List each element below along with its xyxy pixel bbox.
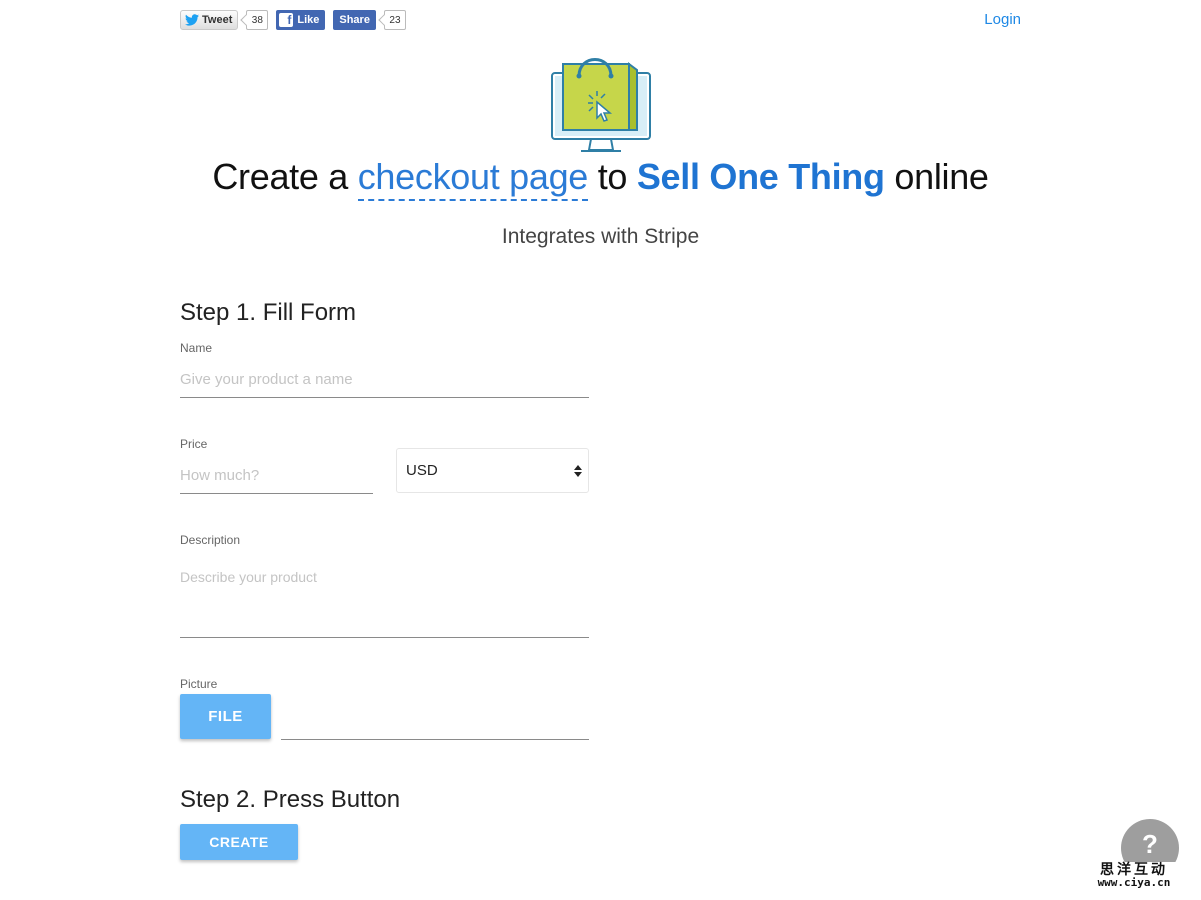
watermark-url: www.ciya.cn bbox=[1097, 876, 1171, 890]
watermark-text: 思洋互动 bbox=[1100, 861, 1168, 877]
title-middle: to bbox=[588, 156, 637, 197]
watermark: 思洋互动 www.ciya.cn bbox=[1092, 861, 1176, 890]
login-link[interactable]: Login bbox=[984, 11, 1021, 28]
social-bar: Tweet 38 f Like Share 23 bbox=[180, 10, 406, 30]
facebook-like-button[interactable]: f Like bbox=[276, 10, 326, 30]
currency-value: USD bbox=[406, 462, 438, 479]
question-mark-icon: ? bbox=[1142, 829, 1158, 859]
twitter-bird-icon bbox=[185, 14, 199, 26]
page-title: Create a checkout page to Sell One Thing… bbox=[0, 156, 1201, 201]
checkout-page-link[interactable]: checkout page bbox=[357, 156, 588, 201]
tweet-button[interactable]: Tweet bbox=[180, 10, 239, 30]
title-suffix: online bbox=[884, 156, 989, 197]
description-textarea[interactable] bbox=[180, 569, 589, 638]
share-count: 23 bbox=[383, 10, 406, 30]
shopping-bag-monitor-icon bbox=[551, 58, 651, 152]
select-arrows-icon bbox=[574, 465, 582, 477]
title-prefix: Create a bbox=[212, 156, 358, 197]
price-input[interactable] bbox=[180, 458, 373, 494]
name-input[interactable] bbox=[180, 362, 589, 398]
facebook-share-button[interactable]: Share bbox=[333, 10, 376, 30]
step1-title: Step 1. Fill Form bbox=[180, 299, 357, 326]
file-button[interactable]: FILE bbox=[180, 694, 271, 739]
tweet-label: Tweet bbox=[202, 14, 233, 26]
tweet-count: 38 bbox=[246, 10, 269, 30]
currency-select[interactable]: USD bbox=[396, 448, 589, 493]
like-label: Like bbox=[297, 14, 320, 26]
name-label: Name bbox=[180, 341, 213, 355]
description-label: Description bbox=[180, 533, 241, 547]
file-name-input[interactable] bbox=[281, 704, 589, 740]
create-button[interactable]: CREATE bbox=[180, 824, 298, 860]
facebook-icon: f bbox=[279, 13, 294, 27]
product-name-highlight: Sell One Thing bbox=[636, 156, 885, 197]
subtitle: Integrates with Stripe bbox=[501, 225, 700, 248]
step2-title: Step 2. Press Button bbox=[180, 786, 401, 813]
price-label: Price bbox=[180, 437, 208, 451]
picture-label: Picture bbox=[180, 677, 218, 691]
